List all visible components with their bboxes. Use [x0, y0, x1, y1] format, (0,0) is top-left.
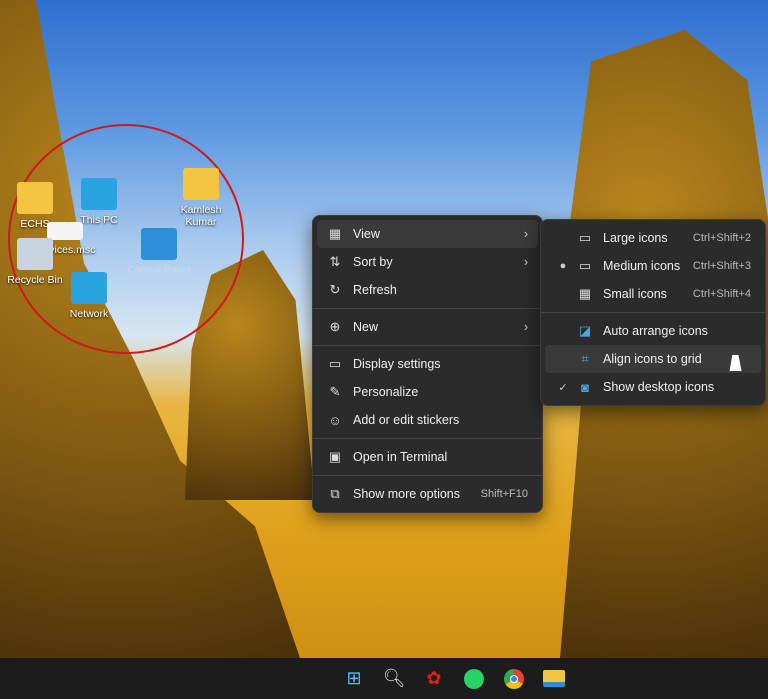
network-icon [71, 272, 107, 304]
checkmark-icon: ✓ [558, 381, 568, 394]
huawei-app-button[interactable]: ✿ [421, 666, 447, 692]
menu-item-open-terminal[interactable]: ▣ Open in Terminal [317, 443, 538, 471]
auto-arrange-icon: ◪ [578, 323, 592, 338]
desktop-icon-network[interactable]: Network [54, 272, 124, 320]
sort-icon: ⇅ [329, 254, 341, 269]
folder-icon [17, 182, 53, 214]
menu-item-sort-by[interactable]: ⇅ Sort by › [317, 248, 538, 276]
show-desktop-icon: ◙ [581, 379, 589, 395]
submenu-item-small-icons[interactable]: ▦ Small icons Ctrl+Shift+4 [545, 280, 761, 308]
submenu-item-large-icons[interactable]: ▭ Large icons Ctrl+Shift+2 [545, 224, 761, 252]
submenu-item-medium-icons[interactable]: ● ▭ Medium icons Ctrl+Shift+3 [545, 252, 761, 280]
sticker-icon: ☺ [328, 412, 342, 428]
menu-item-personalize[interactable]: ✎ Personalize [317, 378, 538, 406]
control-panel-icon [141, 228, 177, 260]
chevron-right-icon: › [523, 320, 528, 334]
submenu-item-auto-arrange[interactable]: ◪ Auto arrange icons [545, 317, 761, 345]
start-button[interactable]: ⊞ [341, 666, 367, 692]
recycle-bin-icon [17, 238, 53, 270]
plus-circle-icon: ⊕ [329, 319, 341, 334]
view-submenu: ▭ Large icons Ctrl+Shift+2 ● ▭ Medium icons C… [540, 219, 766, 406]
whatsapp-button[interactable] [461, 666, 487, 692]
menu-item-stickers[interactable]: ☺ Add or edit stickers [317, 406, 538, 434]
medium-icons-icon: ▭ [578, 258, 592, 273]
chevron-right-icon: › [523, 255, 528, 269]
brush-icon: ✎ [329, 384, 341, 399]
menu-item-view[interactable]: ▦ View › [317, 220, 538, 248]
context-menu: ▦ View › ⇅ Sort by › ↻ Refresh ⊕ New › ▭ Display… [312, 215, 543, 513]
menu-item-refresh[interactable]: ↻ Refresh [317, 276, 538, 304]
desktop-icon-control-panel[interactable]: Control Panel [124, 228, 194, 276]
display-icon: ▭ [328, 356, 342, 371]
chevron-right-icon: › [523, 227, 528, 241]
divider [313, 345, 542, 346]
terminal-icon: ▣ [328, 449, 342, 464]
desktop-icon-this-pc[interactable]: This PC [64, 178, 134, 226]
more-options-icon: ⧉ [330, 486, 340, 501]
taskbar: ⊞ 🔍︎ ✿ [0, 658, 768, 699]
menu-item-show-more-options[interactable]: ⧉ Show more options Shift+F10 [317, 480, 538, 508]
grid-icon: ▦ [328, 226, 342, 241]
user-folder-icon [183, 168, 219, 200]
submenu-item-show-desktop-icons[interactable]: ✓ ◙ Show desktop icons [545, 373, 761, 401]
monitor-icon [81, 178, 117, 210]
menu-item-new[interactable]: ⊕ New › [317, 313, 538, 341]
divider [541, 312, 765, 313]
align-grid-icon: ⌗ [581, 351, 589, 366]
radio-dot-icon: ● [559, 260, 567, 272]
desktop-icon-kamlesh-kumar[interactable]: Kamlesh Kumar [166, 168, 236, 228]
divider [313, 308, 542, 309]
submenu-item-align-to-grid[interactable]: ⌗ Align icons to grid [545, 345, 761, 373]
divider [313, 438, 542, 439]
small-icons-icon: ▦ [578, 286, 592, 301]
refresh-icon: ↻ [329, 282, 341, 297]
divider [313, 475, 542, 476]
chrome-button[interactable] [501, 666, 527, 692]
menu-item-display-settings[interactable]: ▭ Display settings [317, 350, 538, 378]
large-icons-icon: ▭ [578, 230, 592, 245]
search-button[interactable]: 🔍︎ [381, 666, 407, 692]
file-explorer-button[interactable] [541, 666, 567, 692]
